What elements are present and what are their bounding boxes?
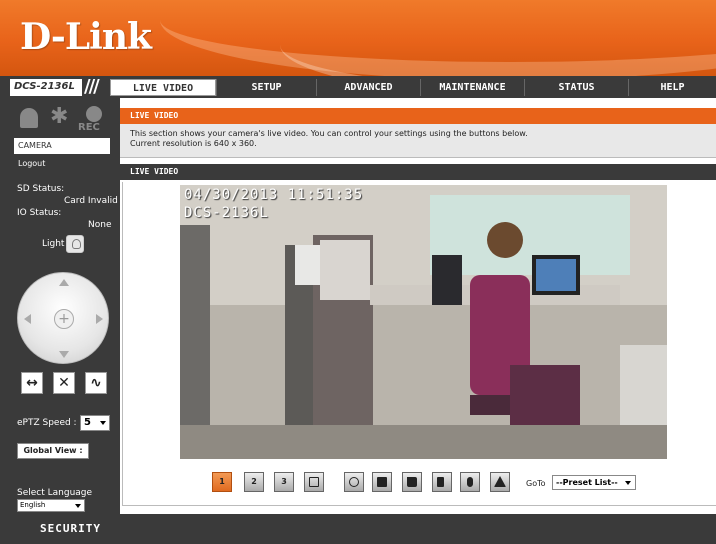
horizontal-scan-button[interactable]: ↔ (21, 372, 43, 394)
status-icons: ✱ REC (20, 104, 110, 134)
video-timestamp: 04/30/2013 11:51:35 (184, 187, 364, 203)
ptz-home-button[interactable]: + (54, 309, 74, 329)
header-swoosh (280, 0, 716, 76)
light-label: Light (42, 239, 65, 249)
alarm-button[interactable] (490, 472, 510, 492)
folder-button[interactable] (402, 472, 422, 492)
panel-title: LIVE VIDEO (120, 164, 716, 180)
ptz-control-pad[interactable]: + (17, 272, 109, 364)
tab-advanced[interactable]: ADVANCED (316, 79, 420, 96)
section-description: This section shows your camera's live vi… (120, 124, 716, 158)
pan-right-icon[interactable] (96, 314, 103, 324)
model-label: DCS-2136L (10, 79, 82, 96)
live-video-feed[interactable]: 04/30/2013 11:51:35 DCS-2136L (180, 185, 667, 459)
eptz-speed-select[interactable]: 5 (80, 415, 110, 431)
global-view-button[interactable]: Global View : (17, 443, 89, 459)
stop-button[interactable]: ✕ (53, 372, 75, 394)
language-label: Select Language (17, 488, 93, 498)
language-select[interactable]: English (17, 499, 85, 512)
microphone-icon (467, 477, 473, 487)
goto-label: GoTo (526, 479, 546, 488)
fullscreen-button[interactable] (304, 472, 324, 492)
video-scene (180, 185, 667, 459)
section-title: LIVE VIDEO (120, 108, 716, 124)
header-banner: D-Link (0, 0, 716, 76)
sidebar-item-camera[interactable]: CAMERA (14, 138, 110, 154)
alarm-icon (20, 108, 38, 128)
profile-2-button[interactable]: 2 (244, 472, 264, 492)
model-divider: /// (84, 76, 100, 97)
preset-list-select[interactable]: --Preset List-- (552, 475, 636, 490)
sd-status-label: SD Status: (17, 184, 65, 194)
sidebar-item-logout[interactable]: Logout (14, 156, 110, 172)
resolution-line: Current resolution is 640 x 360. (130, 139, 257, 148)
speaker-button[interactable] (432, 472, 452, 492)
pan-left-icon[interactable] (24, 314, 31, 324)
record-button[interactable] (372, 472, 392, 492)
fullscreen-icon (309, 477, 319, 487)
io-status-label: IO Status: (17, 208, 62, 218)
pan-down-icon[interactable] (59, 351, 69, 358)
video-camera-name: DCS-2136L (184, 205, 269, 221)
tab-setup[interactable]: SETUP (216, 79, 316, 96)
camera-icon (349, 477, 359, 487)
tab-help[interactable]: HELP (628, 79, 716, 96)
eptz-speed-label: ePTZ Speed : (17, 418, 77, 428)
description-line: This section shows your camera's live vi… (130, 129, 528, 138)
tab-status[interactable]: STATUS (524, 79, 628, 96)
dlink-logo: D-Link (20, 16, 152, 58)
record-icon (86, 106, 102, 122)
patrol-button[interactable]: ∿ (85, 372, 107, 394)
warning-icon (494, 476, 506, 487)
folder-icon (407, 477, 417, 487)
io-status-value: None (88, 220, 112, 230)
profile-3-button[interactable]: 3 (274, 472, 294, 492)
video-camera-icon (377, 477, 387, 487)
profile-1-button[interactable]: 1 (212, 472, 232, 492)
light-bulb-button[interactable] (66, 235, 84, 253)
footer (0, 514, 716, 544)
motion-icon: ✱ (50, 104, 69, 129)
sd-status-value: Card Invalid (64, 196, 118, 206)
tab-maintenance[interactable]: MAINTENANCE (420, 79, 524, 96)
record-label: REC (78, 122, 100, 133)
speaker-icon (437, 477, 444, 487)
tab-live-video[interactable]: LIVE VIDEO (110, 79, 216, 96)
footer-security-label: SECURITY (40, 522, 101, 535)
microphone-button[interactable] (460, 472, 480, 492)
pan-up-icon[interactable] (59, 279, 69, 286)
snapshot-button[interactable] (344, 472, 364, 492)
